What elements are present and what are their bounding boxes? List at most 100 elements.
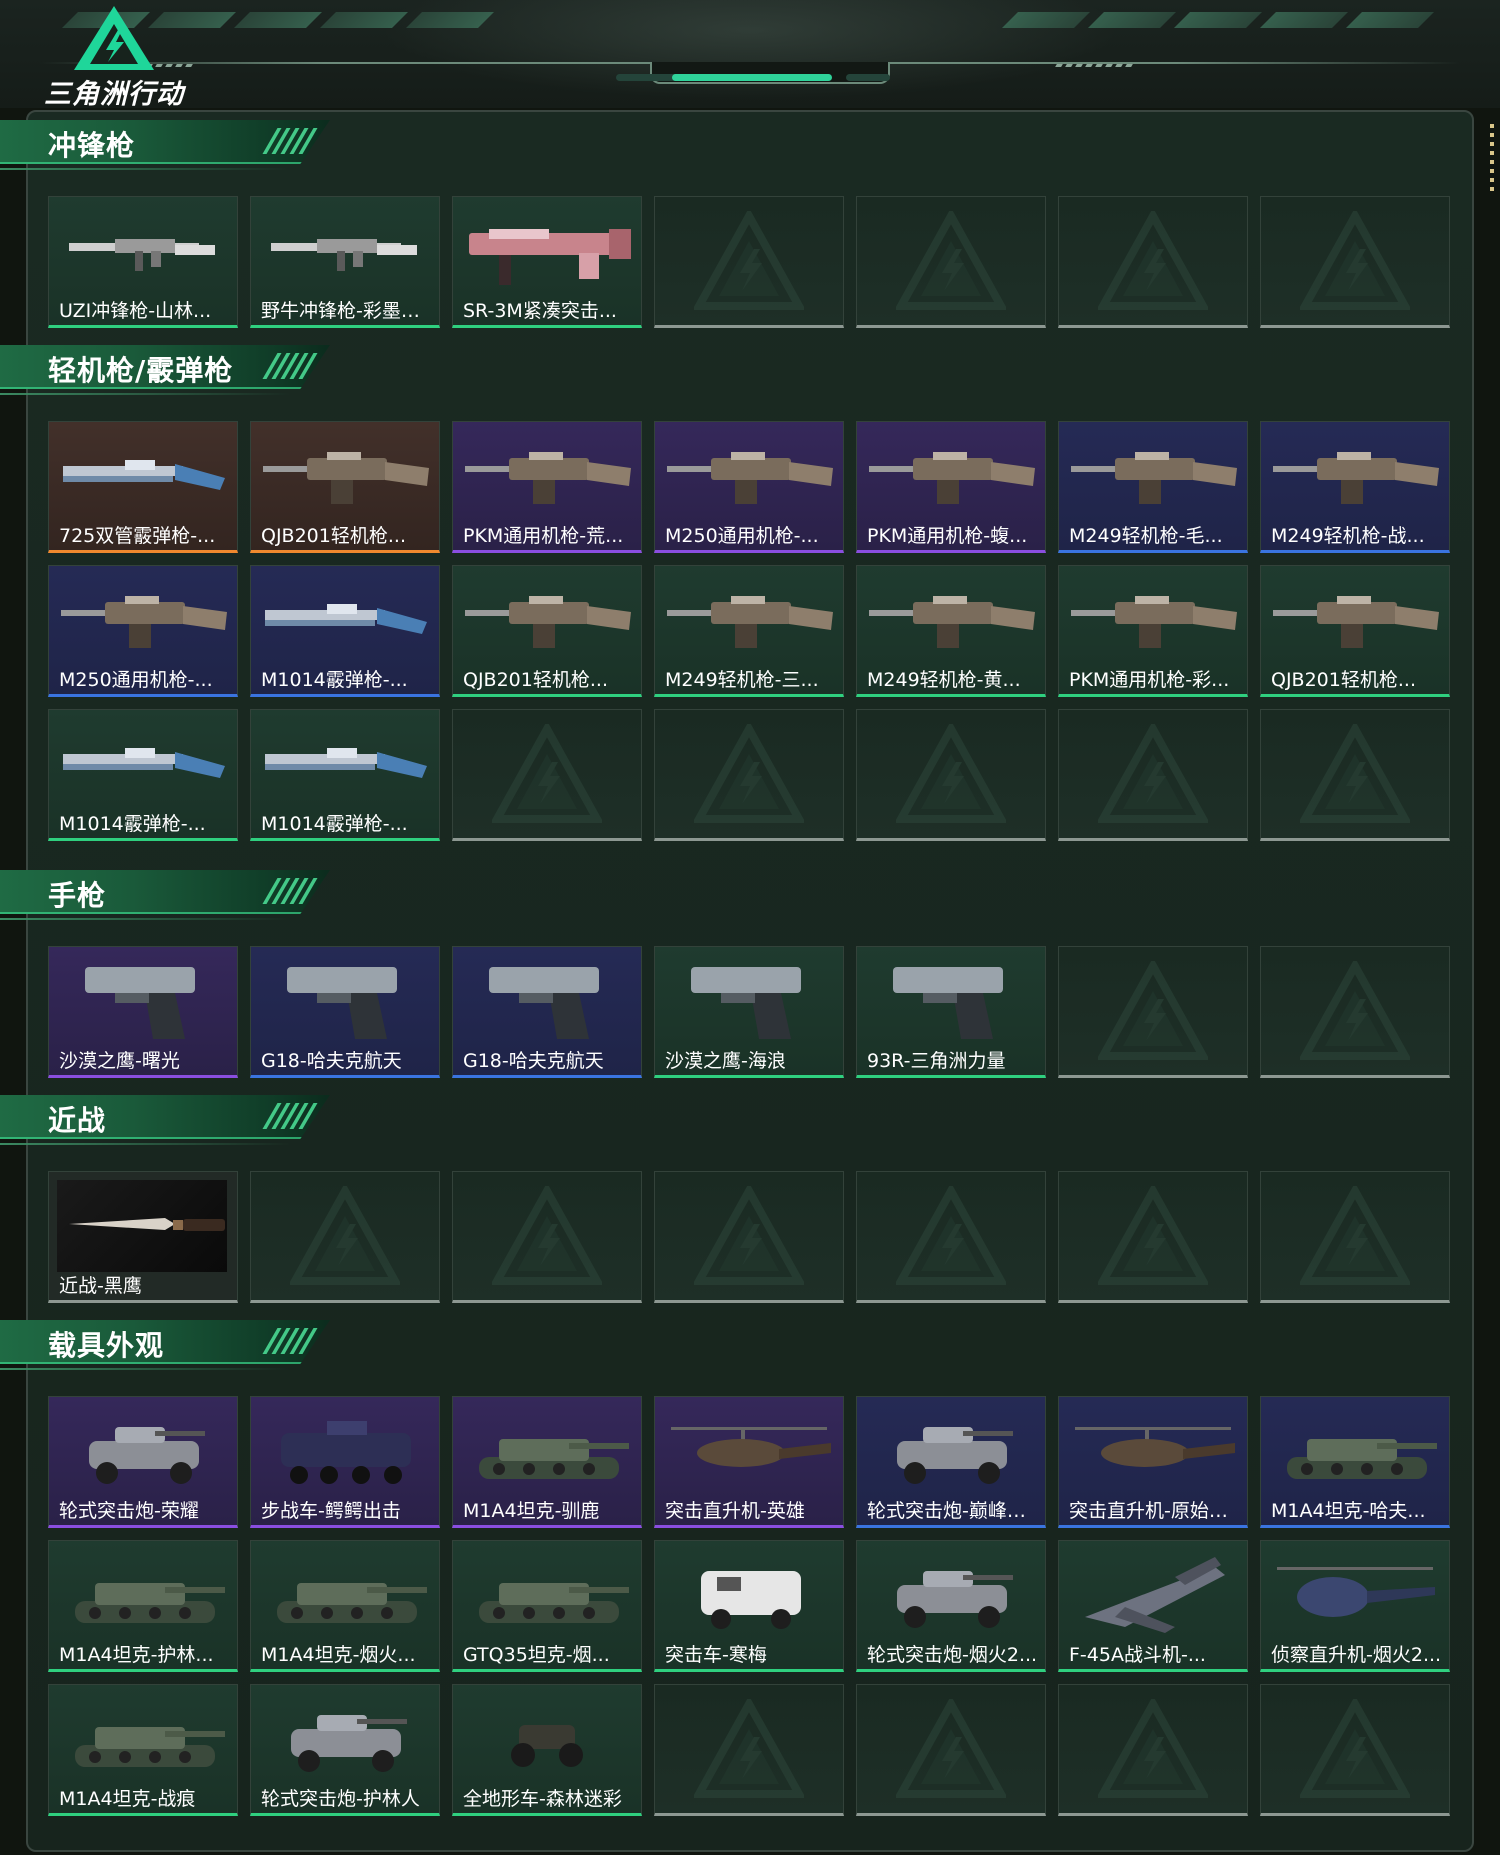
item-name: QJB201轻机枪... — [1271, 669, 1416, 691]
skin-card[interactable]: M249轻机枪-战... — [1260, 421, 1450, 553]
skin-card[interactable]: M250通用机枪-... — [654, 421, 844, 553]
placeholder-logo-icon — [692, 1182, 806, 1286]
skin-card[interactable]: 步战车-鳄鳄出击 — [250, 1396, 440, 1528]
skin-card[interactable]: PKM通用机枪-蝮... — [856, 421, 1046, 553]
banner-indicator — [846, 74, 890, 81]
empty-slot — [654, 1171, 844, 1303]
tank-icon — [55, 1691, 231, 1783]
skin-card[interactable]: M1A4坦克-烟火... — [250, 1540, 440, 1672]
section-hatch-decoration — [262, 878, 318, 904]
skin-card[interactable]: M1A4坦克-护林... — [48, 1540, 238, 1672]
skin-card[interactable]: M1014霰弹枪-... — [48, 709, 238, 841]
empty-slot — [856, 196, 1046, 328]
skin-card[interactable]: 沙漠之鹰-海浪 — [654, 946, 844, 1078]
item-grid: 725双管霰弹枪-... QJB201轻机枪... PKM通用机枪-荒... M250… — [48, 421, 1450, 841]
placeholder-logo-icon — [490, 1182, 604, 1286]
lmg-icon — [1267, 428, 1443, 520]
skin-card[interactable]: GTQ35坦克-烟... — [452, 1540, 642, 1672]
skin-card[interactable]: M249轻机枪-毛... — [1058, 421, 1248, 553]
heli-icon — [661, 1403, 837, 1495]
skin-card[interactable]: QJB201轻机枪... — [1260, 565, 1450, 697]
placeholder-logo-icon — [490, 720, 604, 824]
section-underline — [0, 1368, 290, 1370]
section-header: 轻机枪/霰弹枪 — [0, 335, 330, 395]
item-name: 725双管霰弹枪-... — [59, 525, 216, 547]
skin-card[interactable]: 近战-黑鹰 — [48, 1171, 238, 1303]
skin-card[interactable]: 全地形车-森林迷彩 — [452, 1684, 642, 1816]
item-name: M249轻机枪-三... — [665, 669, 819, 691]
item-name: 全地形车-森林迷彩 — [463, 1788, 622, 1810]
empty-slot — [1260, 1684, 1450, 1816]
skin-card[interactable]: 725双管霰弹枪-... — [48, 421, 238, 553]
skin-card[interactable]: 93R-三角洲力量 — [856, 946, 1046, 1078]
skin-card[interactable]: G18-哈夫克航天 — [250, 946, 440, 1078]
skin-card[interactable]: 轮式突击炮-荣耀 — [48, 1396, 238, 1528]
banner-dots-right — [1055, 64, 1133, 67]
item-name: G18-哈夫克航天 — [463, 1050, 604, 1072]
skin-card[interactable]: M1014霰弹枪-... — [250, 565, 440, 697]
skin-card[interactable]: 轮式突击炮-烟火2... — [856, 1540, 1046, 1672]
lmg-icon — [661, 428, 837, 520]
skin-card[interactable]: 沙漠之鹰-曙光 — [48, 946, 238, 1078]
skin-card[interactable]: G18-哈夫克航天 — [452, 946, 642, 1078]
item-name: 突击车-寒梅 — [665, 1644, 767, 1666]
lmg-icon — [1267, 572, 1443, 664]
item-name: 轮式突击炮-烟火2... — [867, 1644, 1038, 1666]
section-underline — [0, 1143, 290, 1145]
item-name: G18-哈夫克航天 — [261, 1050, 402, 1072]
item-name: M1A4坦克-驯鹿 — [463, 1500, 600, 1522]
item-name: 近战-黑鹰 — [59, 1275, 142, 1297]
empty-slot — [856, 1684, 1046, 1816]
skin-card[interactable]: SR-3M紧凑突击... — [452, 196, 642, 328]
skin-card[interactable]: QJB201轻机枪... — [452, 565, 642, 697]
skin-card[interactable]: M1A4坦克-战痕 — [48, 1684, 238, 1816]
skin-card[interactable]: 轮式突击炮-护林人 — [250, 1684, 440, 1816]
item-name: M1A4坦克-烟火... — [261, 1644, 416, 1666]
placeholder-logo-icon — [288, 1182, 402, 1286]
skin-card[interactable]: F-45A战斗机-... — [1058, 1540, 1248, 1672]
game-logo: 三角洲行动 — [44, 4, 184, 108]
skin-card[interactable]: M249轻机枪-三... — [654, 565, 844, 697]
item-grid: UZI冲锋枪-山林... 野牛冲锋枪-彩墨喷... SR-3M紧凑突击... — [48, 196, 1450, 328]
skin-card[interactable]: M250通用机枪-... — [48, 565, 238, 697]
skin-card[interactable]: 轮式突击炮-巅峰竞... — [856, 1396, 1046, 1528]
skin-card[interactable]: 突击直升机-英雄 — [654, 1396, 844, 1528]
lmg-icon — [1065, 572, 1241, 664]
placeholder-logo-icon — [1298, 720, 1412, 824]
tank-icon — [459, 1547, 635, 1639]
item-name: 沙漠之鹰-曙光 — [59, 1050, 180, 1072]
item-name: UZI冲锋枪-山林... — [59, 300, 212, 322]
item-name: 轮式突击炮-护林人 — [261, 1788, 420, 1810]
item-name: M1A4坦克-哈夫... — [1271, 1500, 1426, 1522]
item-name: M1014霰弹枪-... — [261, 669, 408, 691]
placeholder-logo-icon — [894, 720, 1008, 824]
item-name: 轮式突击炮-巅峰竞... — [867, 1500, 1043, 1522]
banner-stripes-right — [1002, 12, 1434, 28]
heli2-icon — [1267, 1547, 1443, 1639]
skin-card[interactable]: QJB201轻机枪... — [250, 421, 440, 553]
lmg-icon — [55, 572, 231, 664]
skin-card[interactable]: M1A4坦克-哈夫... — [1260, 1396, 1450, 1528]
skin-card[interactable]: 侦察直升机-烟火2... — [1260, 1540, 1450, 1672]
panel-scroll-indicator — [1490, 124, 1494, 192]
delta-logo-icon — [74, 6, 154, 70]
placeholder-logo-icon — [1298, 957, 1412, 1061]
skin-card[interactable]: UZI冲锋枪-山林... — [48, 196, 238, 328]
skin-card[interactable]: M1A4坦克-驯鹿 — [452, 1396, 642, 1528]
item-name: 沙漠之鹰-海浪 — [665, 1050, 786, 1072]
skin-card[interactable]: M249轻机枪-黄... — [856, 565, 1046, 697]
lmg-icon — [459, 572, 635, 664]
skin-card[interactable]: PKM通用机枪-彩... — [1058, 565, 1248, 697]
skin-card[interactable]: M1014霰弹枪-... — [250, 709, 440, 841]
empty-slot — [1058, 946, 1248, 1078]
skin-card[interactable]: PKM通用机枪-荒... — [452, 421, 642, 553]
placeholder-logo-icon — [692, 1695, 806, 1799]
atv-icon — [459, 1691, 635, 1783]
item-grid: 沙漠之鹰-曙光 G18-哈夫克航天 G18-哈夫克航天 沙漠之鹰-海浪 93R-三角洲力… — [48, 946, 1450, 1078]
item-name: SR-3M紧凑突击... — [463, 300, 617, 322]
item-name: PKM通用机枪-荒... — [463, 525, 624, 547]
skin-card[interactable]: 突击车-寒梅 — [654, 1540, 844, 1672]
skin-card[interactable]: 突击直升机-原始伪... — [1058, 1396, 1248, 1528]
placeholder-logo-icon — [894, 207, 1008, 311]
skin-card[interactable]: 野牛冲锋枪-彩墨喷... — [250, 196, 440, 328]
